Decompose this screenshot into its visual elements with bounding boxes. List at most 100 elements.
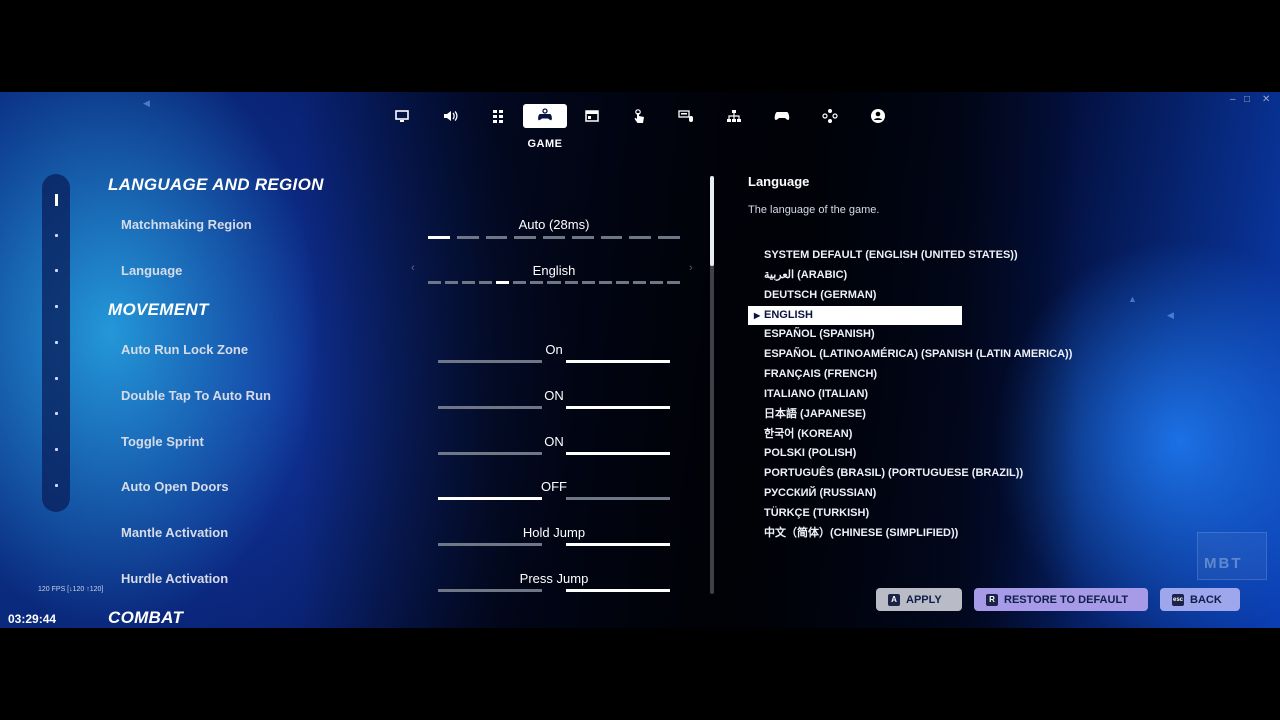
arrow-right-icon[interactable]: ›: [689, 262, 693, 274]
tab-ui[interactable]: [570, 104, 614, 128]
language-option[interactable]: ITALIANO (ITALIAN): [748, 385, 1148, 405]
rail-dot[interactable]: [55, 234, 58, 237]
tab-account[interactable]: [856, 104, 900, 128]
language-option[interactable]: ▶ ENGLISH: [748, 305, 962, 326]
option-segment[interactable]: [514, 236, 537, 239]
tab-network[interactable]: [712, 104, 756, 128]
toggle-unselected-bar[interactable]: [438, 406, 542, 409]
setting-value-hurdle-activation[interactable]: Press Jump: [438, 571, 670, 586]
rail-dot[interactable]: [55, 341, 58, 344]
option-segment[interactable]: [632, 281, 646, 284]
setting-value-matchmaking-region[interactable]: Auto (28ms): [438, 217, 670, 232]
setting-label-auto-open-doors[interactable]: Auto Open Doors: [121, 479, 229, 494]
rail-dot[interactable]: [55, 305, 58, 308]
tab-video[interactable]: [380, 104, 424, 128]
option-segment[interactable]: [649, 281, 663, 284]
language-option[interactable]: 日本語 (JAPANESE): [748, 405, 1148, 425]
toggle-selected-bar[interactable]: [566, 360, 670, 363]
settings-scrollbar-thumb[interactable]: [710, 176, 714, 266]
option-segment[interactable]: [543, 236, 565, 239]
setting-value-auto-run-lock-zone[interactable]: On: [438, 342, 670, 357]
setting-label-mantle-activation[interactable]: Mantle Activation: [121, 525, 228, 540]
toggle-unselected-bar[interactable]: [438, 589, 542, 592]
apply-button[interactable]: A APPLY: [876, 588, 962, 611]
restore-default-button[interactable]: R RESTORE TO DEFAULT: [974, 588, 1148, 611]
language-option[interactable]: РУССКИЙ (RUSSIAN): [748, 484, 1148, 504]
section-scroll-rail[interactable]: [42, 174, 70, 512]
tab-audio[interactable]: [428, 104, 472, 128]
close-button[interactable]: ✕: [1262, 94, 1270, 105]
language-option[interactable]: العربية (ARABIC): [748, 266, 1148, 286]
language-option[interactable]: PORTUGUÊS (BRASIL) (PORTUGUESE (BRAZIL)): [748, 464, 1148, 484]
toggle-selected-bar[interactable]: [566, 406, 670, 409]
setting-value-mantle-activation[interactable]: Hold Jump: [438, 525, 670, 540]
option-segment[interactable]: [658, 236, 680, 239]
tab-controller[interactable]: [760, 104, 804, 128]
back-button[interactable]: esc BACK: [1160, 588, 1240, 611]
option-segment[interactable]: [428, 281, 442, 284]
option-segment[interactable]: [428, 236, 450, 239]
option-segment[interactable]: [485, 236, 508, 239]
toggle-selected-bar[interactable]: [438, 497, 542, 500]
setting-value-toggle-sprint[interactable]: ON: [438, 434, 670, 449]
toggle-selected-bar[interactable]: [566, 543, 670, 546]
setting-value-auto-open-doors[interactable]: OFF: [438, 479, 670, 494]
setting-label-toggle-sprint[interactable]: Toggle Sprint: [121, 434, 204, 449]
setting-label-language[interactable]: Language: [121, 263, 182, 278]
toggle-selected-bar[interactable]: [566, 452, 670, 455]
setting-value-language[interactable]: English: [438, 263, 670, 278]
rail-dot[interactable]: [55, 448, 58, 451]
keyboard-mouse-icon: [678, 110, 693, 122]
option-segment[interactable]: [479, 281, 493, 284]
setting-label-matchmaking-region[interactable]: Matchmaking Region: [121, 217, 252, 232]
language-option[interactable]: ESPAÑOL (LATINOAMÉRICA) (SPANISH (LATIN …: [748, 345, 1148, 365]
toggle-unselected-bar[interactable]: [566, 497, 670, 500]
language-option[interactable]: ESPAÑOL (SPANISH): [748, 325, 1148, 345]
tab-controller-binds[interactable]: [808, 104, 852, 128]
option-segment[interactable]: [571, 236, 594, 239]
rail-dot[interactable]: [55, 377, 58, 380]
language-option[interactable]: POLSKI (POLISH): [748, 444, 1148, 464]
language-option[interactable]: 中文（简体）(CHINESE (SIMPLIFIED)): [748, 524, 1148, 544]
language-option[interactable]: SYSTEM DEFAULT (ENGLISH (UNITED STATES)): [748, 246, 1148, 266]
option-segment[interactable]: [445, 281, 459, 284]
rail-dot[interactable]: [55, 269, 58, 272]
language-option[interactable]: 한국어 (KOREAN): [748, 425, 1148, 445]
language-option[interactable]: DEUTSCH (GERMAN): [748, 286, 1148, 306]
rail-dot[interactable]: [55, 412, 58, 415]
game-settings-screen: – □ ✕ ◀ ▲ ◀ ◀: [0, 92, 1280, 628]
tab-game[interactable]: [523, 104, 567, 128]
option-segment[interactable]: [462, 281, 476, 284]
toggle-unselected-bar[interactable]: [438, 452, 542, 455]
option-segment[interactable]: [598, 281, 612, 284]
option-segment[interactable]: [615, 281, 629, 284]
option-segment[interactable]: [564, 281, 578, 284]
option-segment[interactable]: [456, 236, 479, 239]
setting-value-double-tap-auto-run[interactable]: ON: [438, 388, 670, 403]
toggle-unselected-bar[interactable]: [438, 543, 542, 546]
language-option[interactable]: TÜRKÇE (TURKISH): [748, 504, 1148, 524]
language-option[interactable]: FRANÇAIS (FRENCH): [748, 365, 1148, 385]
minimize-button[interactable]: –: [1230, 94, 1236, 105]
option-segment[interactable]: [629, 236, 652, 239]
rail-dot[interactable]: [55, 484, 58, 487]
language-option-label: ESPAÑOL (SPANISH): [764, 328, 875, 341]
option-segment[interactable]: [530, 281, 544, 284]
arrow-left-icon[interactable]: ‹: [411, 262, 415, 274]
setting-label-auto-run-lock-zone[interactable]: Auto Run Lock Zone: [121, 342, 248, 357]
setting-label-double-tap-auto-run[interactable]: Double Tap To Auto Run: [121, 388, 271, 403]
setting-label-hurdle-activation[interactable]: Hurdle Activation: [121, 571, 228, 586]
toggle-unselected-bar[interactable]: [438, 360, 542, 363]
option-segment[interactable]: [666, 281, 680, 284]
option-segment[interactable]: [581, 281, 595, 284]
tab-keyboard-mouse[interactable]: [664, 104, 708, 128]
option-segment[interactable]: [600, 236, 623, 239]
option-segment[interactable]: [496, 281, 510, 284]
maximize-button[interactable]: □: [1244, 94, 1250, 105]
option-segment[interactable]: [513, 281, 527, 284]
back-label: BACK: [1190, 593, 1222, 606]
toggle-selected-bar[interactable]: [566, 589, 670, 592]
tab-touch[interactable]: [617, 104, 661, 128]
option-segment[interactable]: [547, 281, 561, 284]
tab-hud[interactable]: [476, 104, 520, 128]
